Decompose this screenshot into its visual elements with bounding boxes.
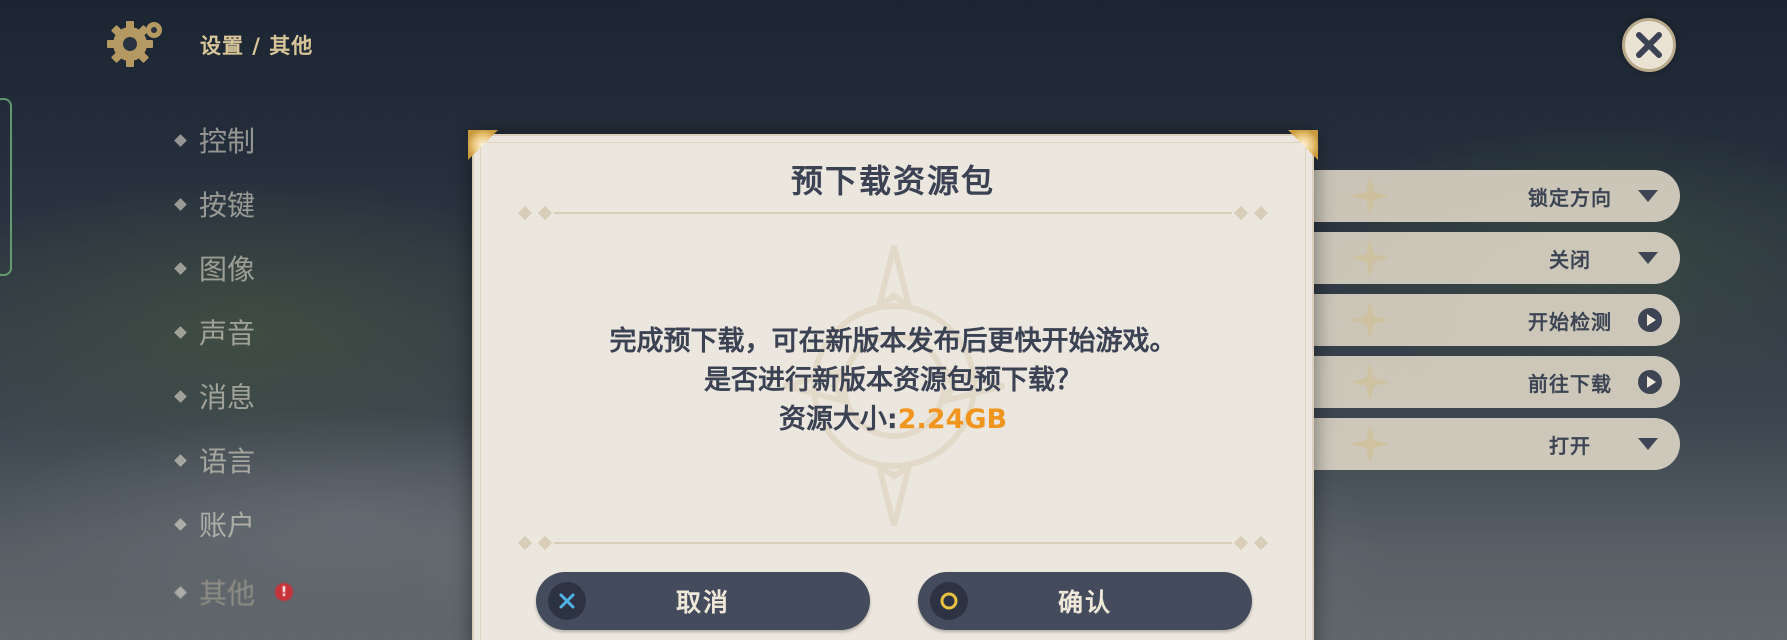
play-arrow-icon[interactable] <box>1638 308 1662 332</box>
cancel-button[interactable]: 取消 <box>536 572 870 630</box>
cross-button-icon <box>548 582 586 620</box>
left-edge-frame <box>0 98 12 276</box>
option-value: 锁定方向 <box>1528 185 1612 210</box>
option-row-orientation[interactable]: 锁定方向 <box>1290 170 1680 222</box>
predownload-dialog: 预下载资源包 完成预下载，可在新版本发布后更快开始游戏。 是否进行新版本资源包预… <box>468 130 1314 640</box>
circle-button-icon <box>930 582 968 620</box>
sidebar-item-language[interactable]: 语言 <box>174 440 256 480</box>
star-decoration-icon <box>1350 300 1390 340</box>
option-row-3[interactable]: 开始检测 <box>1290 294 1680 346</box>
sidebar-item-label: 控制 <box>199 125 256 158</box>
sidebar-item-keybinds[interactable]: 按键 <box>174 184 256 224</box>
sidebar-item-account[interactable]: 账户 <box>174 504 256 544</box>
close-button[interactable] <box>1622 18 1676 72</box>
option-value: 关闭 <box>1549 247 1591 272</box>
star-decoration-icon <box>1350 176 1390 216</box>
sidebar-item-messages[interactable]: 消息 <box>174 376 256 416</box>
dialog-title: 预下载资源包 <box>790 162 995 200</box>
option-value: 打开 <box>1549 433 1591 458</box>
option-row-4[interactable]: 前往下载 <box>1290 356 1680 408</box>
option-row-5[interactable]: 打开 <box>1290 418 1680 470</box>
dropdown-arrow-icon[interactable] <box>1638 432 1662 456</box>
sidebar-item-label: 声音 <box>199 317 256 350</box>
top-divider <box>514 205 1272 221</box>
resource-size-value: 2.24GB <box>897 404 1008 435</box>
diamond-bullet-icon <box>174 517 187 531</box>
resource-size-label: 资源大小: <box>778 404 898 435</box>
message-line-2: 是否进行新版本资源包预下载？ <box>704 365 1082 396</box>
dropdown-arrow-icon[interactable] <box>1638 184 1662 208</box>
play-arrow-icon[interactable] <box>1638 370 1662 394</box>
sidebar-item-other[interactable]: 其他 ! <box>174 572 294 612</box>
option-value: 前往下载 <box>1528 371 1612 396</box>
sidebar-item-label: 语言 <box>199 445 256 478</box>
close-icon <box>1636 32 1662 58</box>
sidebar-item-label: 消息 <box>199 381 256 414</box>
sidebar-item-controls[interactable]: 控制 <box>174 120 256 160</box>
diamond-bullet-icon <box>174 325 187 339</box>
sidebar-item-label: 其他 <box>199 577 256 610</box>
sidebar-item-label: 图像 <box>199 253 256 286</box>
cancel-label: 取消 <box>675 588 730 617</box>
sidebar-item-label: 账户 <box>199 509 256 542</box>
diamond-bullet-icon <box>174 197 187 211</box>
dropdown-arrow-icon[interactable] <box>1638 246 1662 270</box>
option-row-2[interactable]: 关闭 <box>1290 232 1680 284</box>
confirm-button[interactable]: 确认 <box>918 572 1252 630</box>
sidebar-item-graphics[interactable]: 图像 <box>174 248 256 288</box>
breadcrumb: 设置 / 其他 <box>200 34 314 58</box>
gear-icon <box>107 21 162 67</box>
resource-size: 资源大小:2.24GB <box>474 400 1312 439</box>
star-decoration-icon <box>1350 424 1390 464</box>
notification-badge: ! <box>275 583 294 601</box>
star-decoration-icon <box>1350 362 1390 402</box>
diamond-bullet-icon <box>174 133 187 147</box>
confirm-label: 确认 <box>1057 588 1112 617</box>
bottom-divider <box>514 535 1272 551</box>
sidebar-item-label: 按键 <box>199 189 256 222</box>
diamond-bullet-icon <box>174 585 187 599</box>
message-line-1: 完成预下载，可在新版本发布后更快开始游戏。 <box>609 326 1177 357</box>
diamond-bullet-icon <box>174 261 187 275</box>
diamond-bullet-icon <box>174 389 187 403</box>
star-decoration-icon <box>1350 238 1390 278</box>
diamond-bullet-icon <box>174 453 187 467</box>
sidebar-item-audio[interactable]: 声音 <box>174 312 256 352</box>
dialog-message: 完成预下载，可在新版本发布后更快开始游戏。 是否进行新版本资源包预下载？ 资源大… <box>474 322 1312 439</box>
option-value: 开始检测 <box>1528 309 1612 334</box>
